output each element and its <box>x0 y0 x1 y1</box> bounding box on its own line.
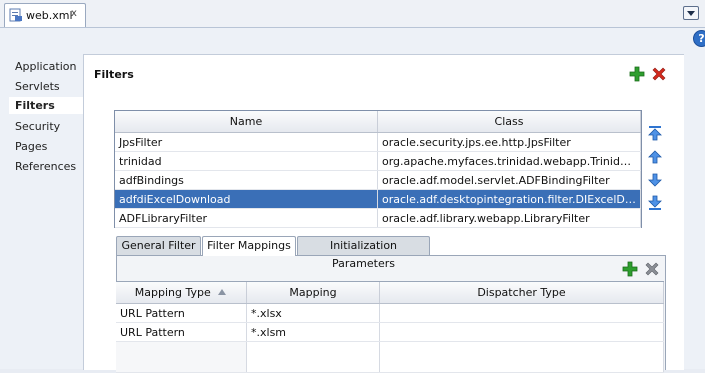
add-filter-button[interactable] <box>629 66 645 82</box>
nav-item-servlets[interactable]: Servlets <box>15 80 60 93</box>
filter-name: trinidad <box>115 151 378 171</box>
move-down-button[interactable] <box>647 172 663 188</box>
section-title: Filters <box>94 68 134 81</box>
filter-class: oracle.security.jps.ee.http.JpsFilter <box>377 132 641 152</box>
editor-tab-bar <box>0 0 705 28</box>
delete-mapping-button[interactable] <box>644 261 660 277</box>
nav-item-references[interactable]: References <box>15 160 76 173</box>
tab-title: web.xml <box>26 9 73 22</box>
add-mapping-button[interactable] <box>622 261 638 277</box>
column-header-mapping[interactable]: Mapping <box>246 282 380 304</box>
mapping-type: URL Pattern <box>116 322 247 342</box>
filter-mappings-table: Mapping Type Mapping Dispatcher Type URL… <box>116 281 664 373</box>
mapping-value: *.xlsx <box>246 303 380 323</box>
tab-general-filter[interactable]: General Filter <box>116 236 201 255</box>
tab-initialization-parameters[interactable]: Initialization Parameters <box>297 236 430 270</box>
nav-item-pages[interactable]: Pages <box>15 140 47 153</box>
filter-class: oracle.adf.library.webapp.LibraryFilter <box>377 208 641 228</box>
filter-name: JpsFilter <box>115 132 378 152</box>
table-row[interactable]: ADFLibraryFilter oracle.adf.library.weba… <box>115 208 641 228</box>
table-row-selected[interactable]: adfdiExcelDownload oracle.adf.desktopint… <box>115 189 641 209</box>
tab-web-xml[interactable]: web.xml x <box>4 3 86 27</box>
tab-list-menu-button[interactable] <box>683 6 699 20</box>
move-to-top-button[interactable] <box>647 125 663 141</box>
filter-class: oracle.adf.model.servlet.ADFBindingFilte… <box>377 170 641 190</box>
help-button[interactable]: ? <box>693 30 705 47</box>
table-row[interactable]: URL Pattern *.xlsx <box>116 303 664 323</box>
filter-name: ADFLibraryFilter <box>115 208 378 228</box>
move-to-bottom-button[interactable] <box>647 195 663 211</box>
filter-name: adfBindings <box>115 170 378 190</box>
tab-filter-mappings[interactable]: Filter Mappings <box>202 236 296 256</box>
column-header-name[interactable]: Name <box>115 111 378 133</box>
nav-item-security[interactable]: Security <box>15 120 60 133</box>
filter-name: adfdiExcelDownload <box>115 189 378 209</box>
filter-class: oracle.adf.desktopintegration.filter.DIE… <box>377 189 641 209</box>
column-header-class[interactable]: Class <box>377 111 641 133</box>
delete-filter-button[interactable] <box>651 66 667 82</box>
sort-ascending-icon <box>218 289 227 295</box>
dispatcher-type <box>379 322 664 342</box>
mapping-type: URL Pattern <box>116 303 247 323</box>
move-up-button[interactable] <box>647 149 663 165</box>
nav-item-application[interactable]: Application <box>15 60 76 73</box>
dispatcher-type <box>379 303 664 323</box>
table-row <box>116 341 664 373</box>
mapping-value: *.xlsm <box>246 322 380 342</box>
filter-class: org.apache.myfaces.trinidad.webapp.Trini… <box>377 151 641 171</box>
table-row[interactable]: JpsFilter oracle.security.jps.ee.http.Jp… <box>115 132 641 152</box>
table-row[interactable]: URL Pattern *.xlsm <box>116 322 664 342</box>
column-header-dispatcher-type[interactable]: Dispatcher Type <box>379 282 664 304</box>
nav-item-filters[interactable]: Filters <box>9 97 85 114</box>
column-header-mapping-type[interactable]: Mapping Type <box>116 282 247 304</box>
close-tab-button[interactable]: x <box>71 8 77 19</box>
table-row[interactable]: adfBindings oracle.adf.model.servlet.ADF… <box>115 170 641 190</box>
header-label: Mapping Type <box>134 286 211 299</box>
filters-table: Name Class JpsFilter oracle.security.jps… <box>114 110 642 228</box>
chevron-down-icon <box>687 11 695 16</box>
table-row[interactable]: trinidad org.apache.myfaces.trinidad.web… <box>115 151 641 171</box>
xml-file-icon <box>9 8 22 22</box>
